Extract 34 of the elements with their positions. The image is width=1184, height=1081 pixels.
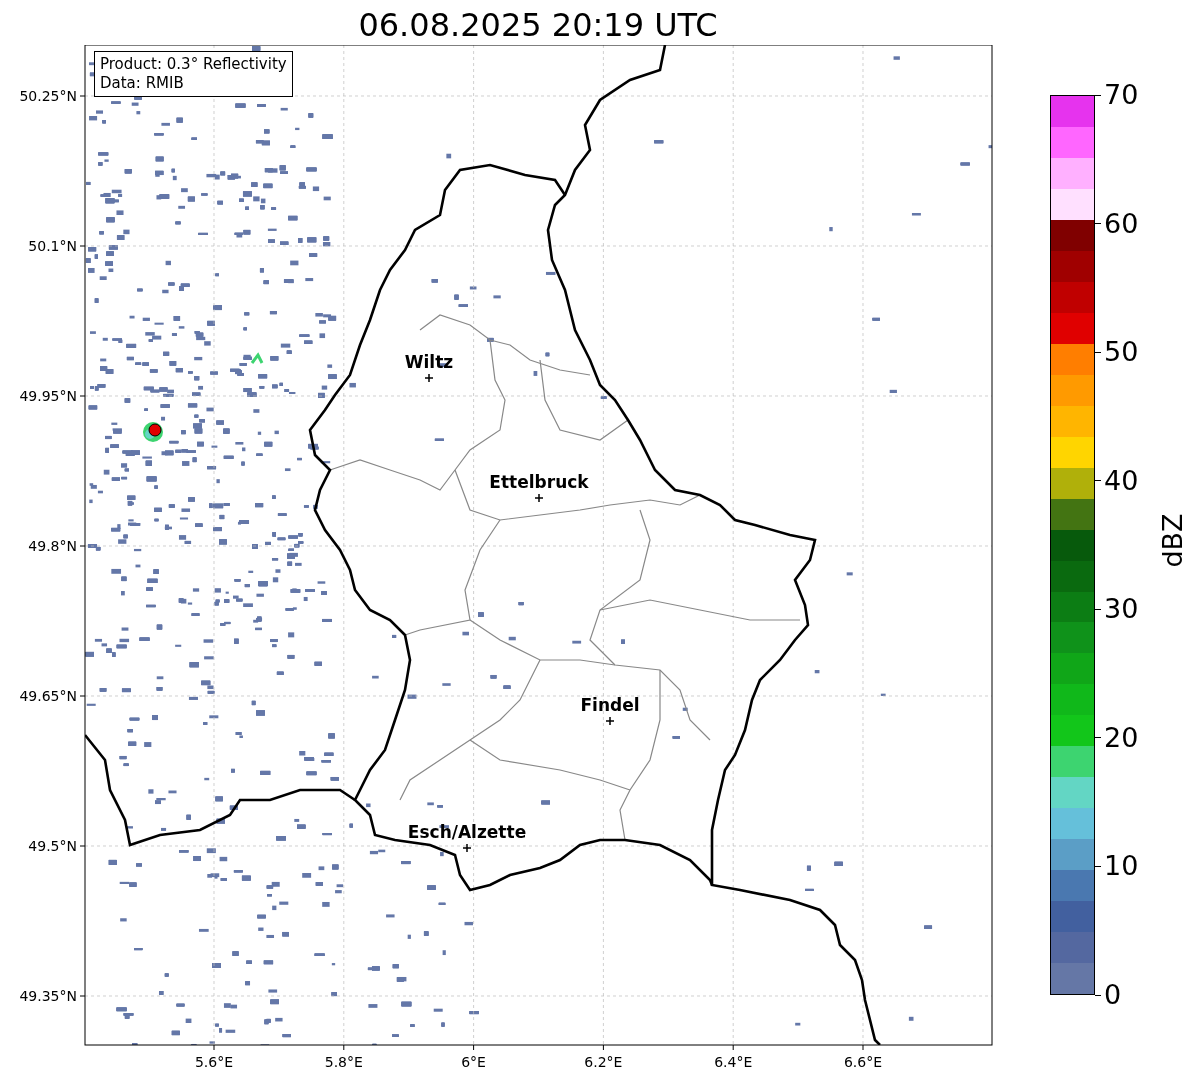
city-marker-icon xyxy=(605,716,615,726)
longitude-label: 6.4°E xyxy=(714,1054,753,1070)
city-marker-icon xyxy=(462,843,472,853)
longitude-label: 5.8°E xyxy=(324,1054,363,1070)
latitude-label: 49.65°N xyxy=(19,688,77,704)
colorbar-tick-label: 0 xyxy=(1104,978,1122,1012)
colorbar-tick-label: 40 xyxy=(1104,463,1139,498)
latitude-label: 49.8°N xyxy=(28,538,77,554)
map-title: 06.08.2025 20:19 UTC xyxy=(357,5,719,45)
latitude-label: 49.5°N xyxy=(28,838,77,854)
longitude-label: 6°E xyxy=(461,1054,486,1070)
colorbar-tick-label: 50 xyxy=(1104,335,1139,370)
colorbar-tick-label: 10 xyxy=(1104,849,1139,884)
longitude-label: 5.6°E xyxy=(194,1054,234,1070)
colorbar-tick-label: 30 xyxy=(1104,592,1139,627)
longitude-label: 6.2°E xyxy=(584,1054,623,1070)
longitude-label: 6.6°E xyxy=(843,1054,883,1070)
latitude-label: 49.35°N xyxy=(19,988,77,1004)
colorbar-tick-label: 60 xyxy=(1104,206,1139,241)
city-marker-icon xyxy=(424,373,434,383)
city-label: Wiltz xyxy=(404,352,454,372)
city-label: Ettelbruck xyxy=(489,472,589,492)
legend-text: Product: 0.3° Reflectivity xyxy=(100,55,287,74)
legend-text: Data: RMIB xyxy=(100,74,185,93)
latitude-label: 49.95°N xyxy=(19,388,77,404)
city-marker-icon xyxy=(534,493,544,503)
city-label: Findel xyxy=(580,695,640,715)
city-label: Esch/Alzette xyxy=(407,822,527,842)
colorbar-tick-label: 70 xyxy=(1104,78,1139,112)
colorbar-label: dBZ xyxy=(1156,513,1184,568)
latitude-label: 50.1°N xyxy=(28,238,77,254)
colorbar-tick-label: 20 xyxy=(1104,720,1139,755)
latitude-label: 50.25°N xyxy=(19,88,77,104)
radar-site-icon xyxy=(148,423,162,437)
